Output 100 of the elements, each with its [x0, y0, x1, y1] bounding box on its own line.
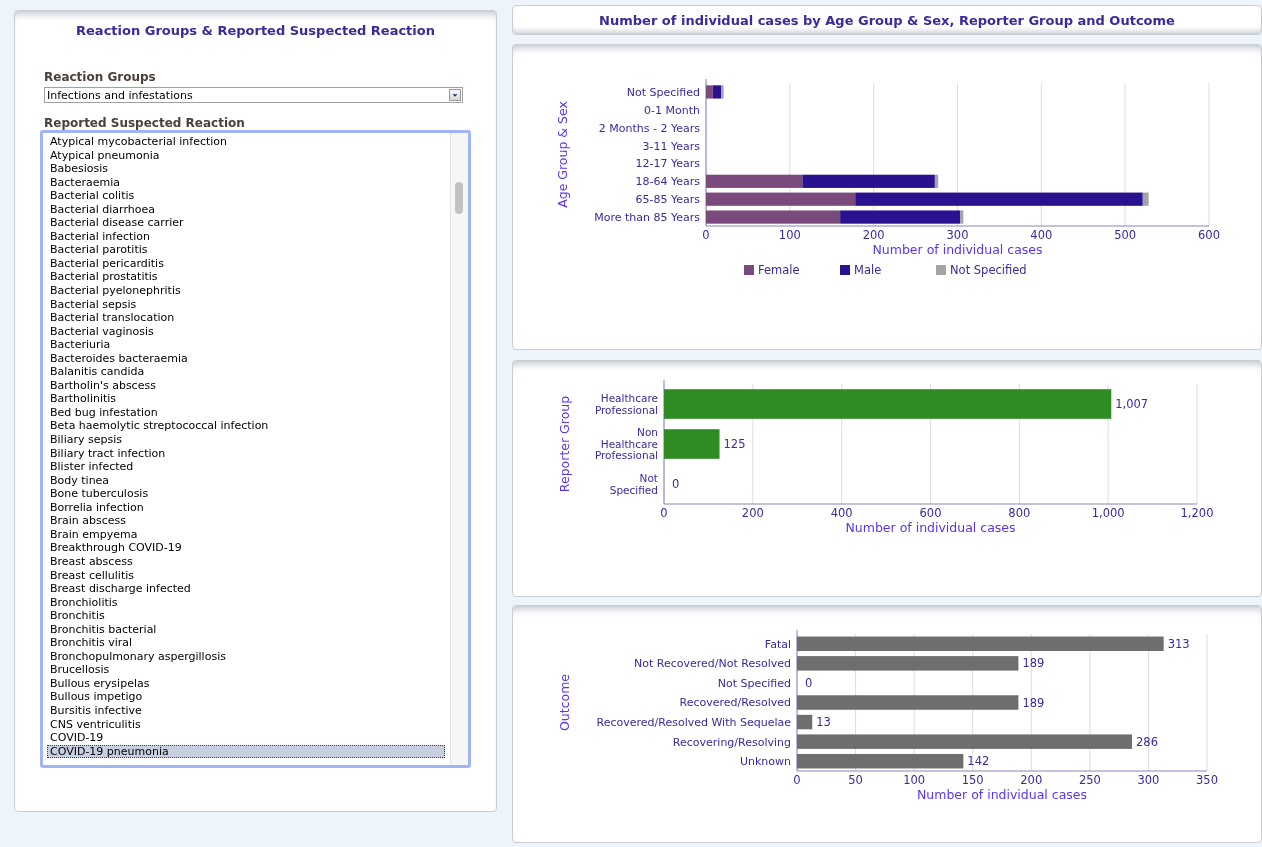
- list-item[interactable]: Breast cellulitis: [47, 568, 445, 583]
- axis-tick-label: 0: [660, 506, 668, 520]
- value-label: 0: [805, 675, 813, 690]
- list-item[interactable]: COVID-19: [47, 731, 445, 745]
- field-label: Reaction Groups: [44, 70, 156, 84]
- list-item[interactable]: Balanitis candida: [47, 365, 445, 379]
- value-label: 13: [816, 715, 831, 730]
- axis-title: Reporter Group: [557, 395, 572, 493]
- category-label: Recovered/Resolved With Sequelae: [596, 716, 791, 730]
- axis-tick-label: 0: [702, 228, 710, 242]
- category-label: Recovered/Resolved: [679, 696, 791, 710]
- axis-title: Number of individual cases: [916, 787, 1088, 802]
- axis-tick-label: 500: [1114, 228, 1137, 242]
- axis-title: Age Group & Sex: [555, 101, 570, 208]
- list-item[interactable]: Breast discharge infected: [47, 582, 445, 596]
- category-label: 65-85 Years: [635, 193, 700, 207]
- axis-tick-label: 100: [778, 228, 801, 242]
- list-item[interactable]: Bacterial diarrhoea: [47, 202, 445, 217]
- list-item[interactable]: Bronchiolitis: [47, 595, 445, 610]
- list-item[interactable]: Bacterial colitis: [47, 189, 445, 203]
- list-item[interactable]: Bronchitis: [47, 609, 445, 623]
- axis-tick-label: 1,000: [1091, 506, 1125, 520]
- list-item[interactable]: Bacteroides bacteraemia: [47, 351, 445, 366]
- category-label: Not Specified: [609, 472, 658, 496]
- list-item[interactable]: Bronchitis bacterial: [47, 622, 445, 637]
- list-item[interactable]: Bacterial vaginosis: [47, 324, 445, 339]
- category-label: Not Specified: [717, 676, 791, 690]
- list-item[interactable]: Bacterial pericarditis: [47, 256, 445, 271]
- list-item[interactable]: Bacterial infection: [47, 229, 445, 244]
- axis-tick-label: 350: [1196, 773, 1218, 787]
- list-item[interactable]: Bacteraemia: [47, 175, 445, 190]
- list-item[interactable]: Bacterial pyelonephritis: [47, 284, 445, 298]
- list-item[interactable]: Bullous erysipelas: [47, 676, 445, 691]
- axis-title: Number of individual cases: [872, 242, 1043, 257]
- list-item[interactable]: Body tinea: [47, 473, 445, 488]
- list-item[interactable]: Bullous impetigo: [47, 690, 445, 704]
- scrollbar-thumb[interactable]: [455, 182, 463, 214]
- list-item[interactable]: Brain abscess: [47, 514, 445, 528]
- list-item[interactable]: Biliary sepsis: [47, 433, 445, 447]
- list-item[interactable]: Bronchitis viral: [47, 636, 445, 650]
- category-label: Not Specified: [626, 85, 700, 99]
- list-box[interactable]: [40, 130, 471, 768]
- list-item[interactable]: Bursitis infective: [47, 703, 445, 718]
- list-item[interactable]: Breast abscess: [47, 554, 445, 569]
- category-label: 12-17 Years: [635, 157, 700, 171]
- category-label: Not Recovered/Not Resolved: [634, 657, 791, 671]
- legend-label: Male: [854, 263, 882, 277]
- value-label: 189: [1022, 695, 1045, 710]
- list-item[interactable]: Biliary tract infection: [47, 446, 445, 461]
- category-label: Healthcare Professional: [594, 392, 658, 416]
- list-item[interactable]: Borrelia infection: [47, 500, 445, 515]
- list-item[interactable]: Bone tuberculosis: [47, 487, 445, 501]
- category-label: 0-1 Month: [644, 103, 700, 117]
- category-label: 3-11 Years: [642, 139, 700, 153]
- list-item[interactable]: COVID-19 pneumonia: [47, 744, 445, 759]
- bar: [797, 714, 813, 730]
- list-item[interactable]: Atypical mycobacterial infection: [47, 135, 445, 149]
- category-label: 2 Months - 2 Years: [598, 121, 700, 135]
- category-label: Unknown: [739, 755, 791, 769]
- axis-tick-label: 300: [1137, 773, 1160, 787]
- list-item[interactable]: Brucellosis: [47, 663, 445, 677]
- category-label: Fatal: [764, 637, 791, 651]
- axis-tick-label: 0: [793, 773, 801, 787]
- list-item[interactable]: CNS ventriculitis: [47, 717, 445, 732]
- axis-tick-label: 250: [1078, 773, 1101, 787]
- list-item[interactable]: Blister infected: [47, 460, 445, 474]
- panel-title: Reaction Groups & Reported Suspected Reaction: [75, 23, 436, 38]
- list-item[interactable]: Bronchopulmonary aspergillosis: [47, 649, 445, 664]
- list-item[interactable]: Bacterial prostatitis: [47, 270, 445, 284]
- category-label: 18-64 Years: [635, 175, 700, 189]
- list-item[interactable]: Atypical pneumonia: [47, 148, 445, 163]
- list-item[interactable]: Bacterial translocation: [47, 311, 445, 325]
- bar: [664, 429, 720, 459]
- list-item[interactable]: Breakthrough COVID-19: [47, 541, 445, 555]
- list-item[interactable]: Bacterial parotitis: [47, 243, 445, 257]
- axis-tick-label: 800: [1008, 506, 1031, 520]
- list-item[interactable]: Bartholinitis: [47, 392, 445, 406]
- axis-tick-label: 1,200: [1180, 506, 1214, 520]
- axis-tick-label: 200: [862, 228, 885, 242]
- list-item[interactable]: Bartholin's abscess: [47, 378, 445, 393]
- legend-label: Female: [758, 263, 800, 277]
- list-item[interactable]: Bacteriuria: [47, 338, 445, 352]
- scrollbar[interactable]: [450, 133, 468, 765]
- value-label: 142: [967, 754, 990, 769]
- axis-title: Number of individual cases: [845, 520, 1016, 535]
- value-label: 286: [1136, 734, 1158, 749]
- category-label: More than 85 Years: [594, 211, 700, 224]
- axis-tick-label: 50: [848, 773, 863, 787]
- list-item[interactable]: Bacterial disease carrier: [47, 216, 445, 230]
- list-item[interactable]: Bed bug infestation: [47, 405, 445, 420]
- value-label: 1,007: [1115, 397, 1149, 411]
- axis-tick-label: 600: [919, 506, 942, 520]
- list-item[interactable]: Babesiosis: [47, 162, 445, 176]
- category-label: Non Healthcare Professional: [594, 426, 658, 462]
- list-item[interactable]: Bacterial sepsis: [47, 297, 445, 312]
- field-label: Reported Suspected Reaction: [44, 116, 245, 130]
- list-item[interactable]: Brain empyema: [47, 527, 445, 542]
- axis-tick-label: 200: [741, 506, 764, 520]
- dropdown-field[interactable]: Infections and infestations: [44, 87, 463, 103]
- list-item[interactable]: Beta haemolytic streptococcal infection: [47, 419, 445, 434]
